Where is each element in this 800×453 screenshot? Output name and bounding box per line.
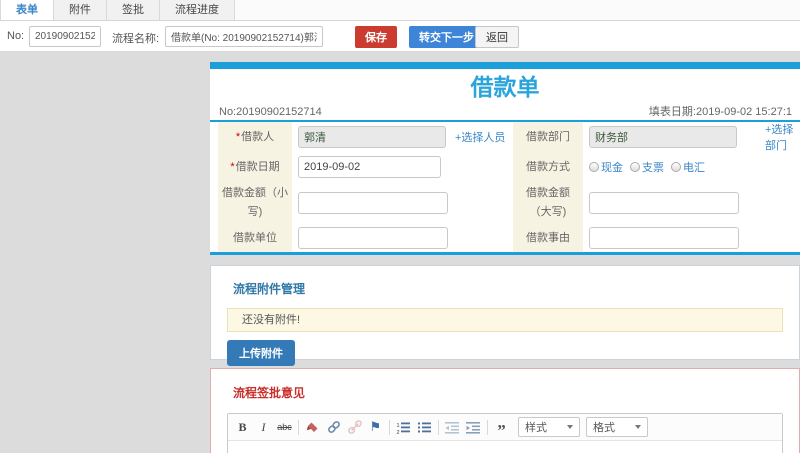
approval-title: 流程签批意见 (233, 386, 306, 400)
italic-icon[interactable]: I (253, 417, 274, 438)
radio-icon (630, 162, 640, 172)
radio-option-cheque[interactable]: 支票 (630, 159, 664, 175)
document-number: No:20190902152714 (219, 106, 322, 118)
form-meta-row: No:20190902152714 填表日期:2019-09-02 15:27:… (210, 105, 800, 122)
toolbar-separator (487, 419, 488, 435)
toolbar: No: 流程名称: 保存 转交下一步 返回 (0, 21, 800, 52)
link-icon[interactable] (323, 417, 344, 438)
tab-sign-approval[interactable]: 签批 (107, 0, 160, 20)
amount-lowercase-input[interactable] (298, 192, 448, 214)
department-input[interactable] (589, 126, 737, 148)
department-label: 借款部门 (513, 122, 583, 152)
upload-attachment-button[interactable]: 上传附件 (227, 340, 295, 366)
radio-option-cash[interactable]: 现金 (589, 159, 623, 175)
tab-form[interactable]: 表单 (0, 0, 54, 20)
svg-text:2: 2 (397, 430, 400, 434)
required-mark: * (235, 130, 241, 143)
toolbar-separator (438, 419, 439, 435)
loan-method-label: 借款方式 (513, 152, 583, 182)
toolbar-separator (298, 419, 299, 435)
toolbar-separator (389, 419, 390, 435)
unlink-icon[interactable] (344, 417, 365, 438)
select-person-link[interactable]: +选择人员 (455, 129, 505, 145)
amount-lowercase-label: 借款金额（小写) (218, 182, 292, 224)
loan-form-section: 借款单 No:20190902152714 填表日期:2019-09-02 15… (210, 62, 800, 255)
loan-date-label: *借款日期 (218, 152, 292, 182)
attachments-section: 流程附件管理 还没有附件! 上传附件 (210, 265, 800, 366)
blockquote-icon[interactable]: ” (491, 417, 512, 439)
format-dropdown[interactable]: 格式 (586, 417, 648, 437)
rich-text-editor: B I abc ⚑ 12 ” 样式 格式 (227, 413, 783, 453)
fill-date: 填表日期:2019-09-02 15:27:1 (648, 106, 792, 118)
back-button[interactable]: 返回 (475, 26, 519, 48)
amount-uppercase-input[interactable] (589, 192, 739, 214)
form-title: 借款单 (470, 74, 540, 100)
document-area: 借款单 No:20190902152714 填表日期:2019-09-02 15… (210, 62, 800, 453)
loan-unit-input[interactable] (298, 227, 448, 249)
loan-date-input[interactable] (298, 156, 441, 178)
format-dropdown-label: 格式 (593, 422, 615, 434)
radio-icon (589, 162, 599, 172)
remove-format-icon[interactable] (302, 417, 323, 438)
loan-method-options: 现金 支票 电汇 (583, 152, 800, 182)
save-button[interactable]: 保存 (355, 26, 397, 48)
radio-option-wire-transfer[interactable]: 电汇 (671, 159, 705, 175)
radio-icon (671, 162, 681, 172)
transfer-next-step-button[interactable]: 转交下一步 (409, 26, 484, 48)
styles-dropdown[interactable]: 样式 (518, 417, 580, 437)
svg-text:1: 1 (397, 423, 400, 429)
no-attachment-message: 还没有附件! (227, 308, 783, 332)
chevron-down-icon (635, 425, 641, 429)
outdent-icon[interactable] (442, 417, 463, 438)
bold-icon[interactable]: B (232, 417, 253, 438)
loan-form-grid: *借款人 +选择人员 借款部门 +选择部门 *借款日期 借款方式 (210, 122, 800, 255)
form-top-accent-bar (210, 62, 800, 69)
borrower-label: *借款人 (218, 122, 292, 152)
tab-process-progress[interactable]: 流程进度 (160, 0, 235, 20)
borrower-input[interactable] (298, 126, 446, 148)
required-mark: * (230, 160, 235, 173)
strikethrough-icon[interactable]: abc (274, 417, 295, 438)
loan-reason-input[interactable] (589, 227, 739, 249)
process-name-label: 流程名称: (112, 33, 160, 45)
process-name-input[interactable] (165, 26, 323, 47)
approval-comments-section: 流程签批意见 B I abc ⚑ 12 ” 样式 格式 (210, 368, 800, 453)
editor-toolbar: B I abc ⚑ 12 ” 样式 格式 (228, 414, 782, 441)
attachments-title: 流程附件管理 (233, 282, 306, 296)
select-department-link[interactable]: +选择部门 (765, 121, 794, 153)
bulleted-list-icon[interactable] (414, 417, 435, 438)
no-input[interactable] (29, 26, 101, 47)
editor-content[interactable] (228, 441, 782, 453)
tab-attachment[interactable]: 附件 (54, 0, 107, 20)
loan-unit-label: 借款单位 (218, 224, 292, 252)
loan-reason-label: 借款事由 (513, 224, 583, 252)
no-label: No: (7, 30, 25, 42)
amount-uppercase-label: 借款金额（大写) (513, 182, 583, 224)
chevron-down-icon (567, 425, 573, 429)
styles-dropdown-label: 样式 (525, 422, 547, 434)
numbered-list-icon[interactable]: 12 (393, 417, 414, 438)
anchor-flag-icon[interactable]: ⚑ (365, 417, 386, 438)
tab-bar: 表单 附件 签批 流程进度 (0, 0, 800, 21)
indent-icon[interactable] (463, 417, 484, 438)
